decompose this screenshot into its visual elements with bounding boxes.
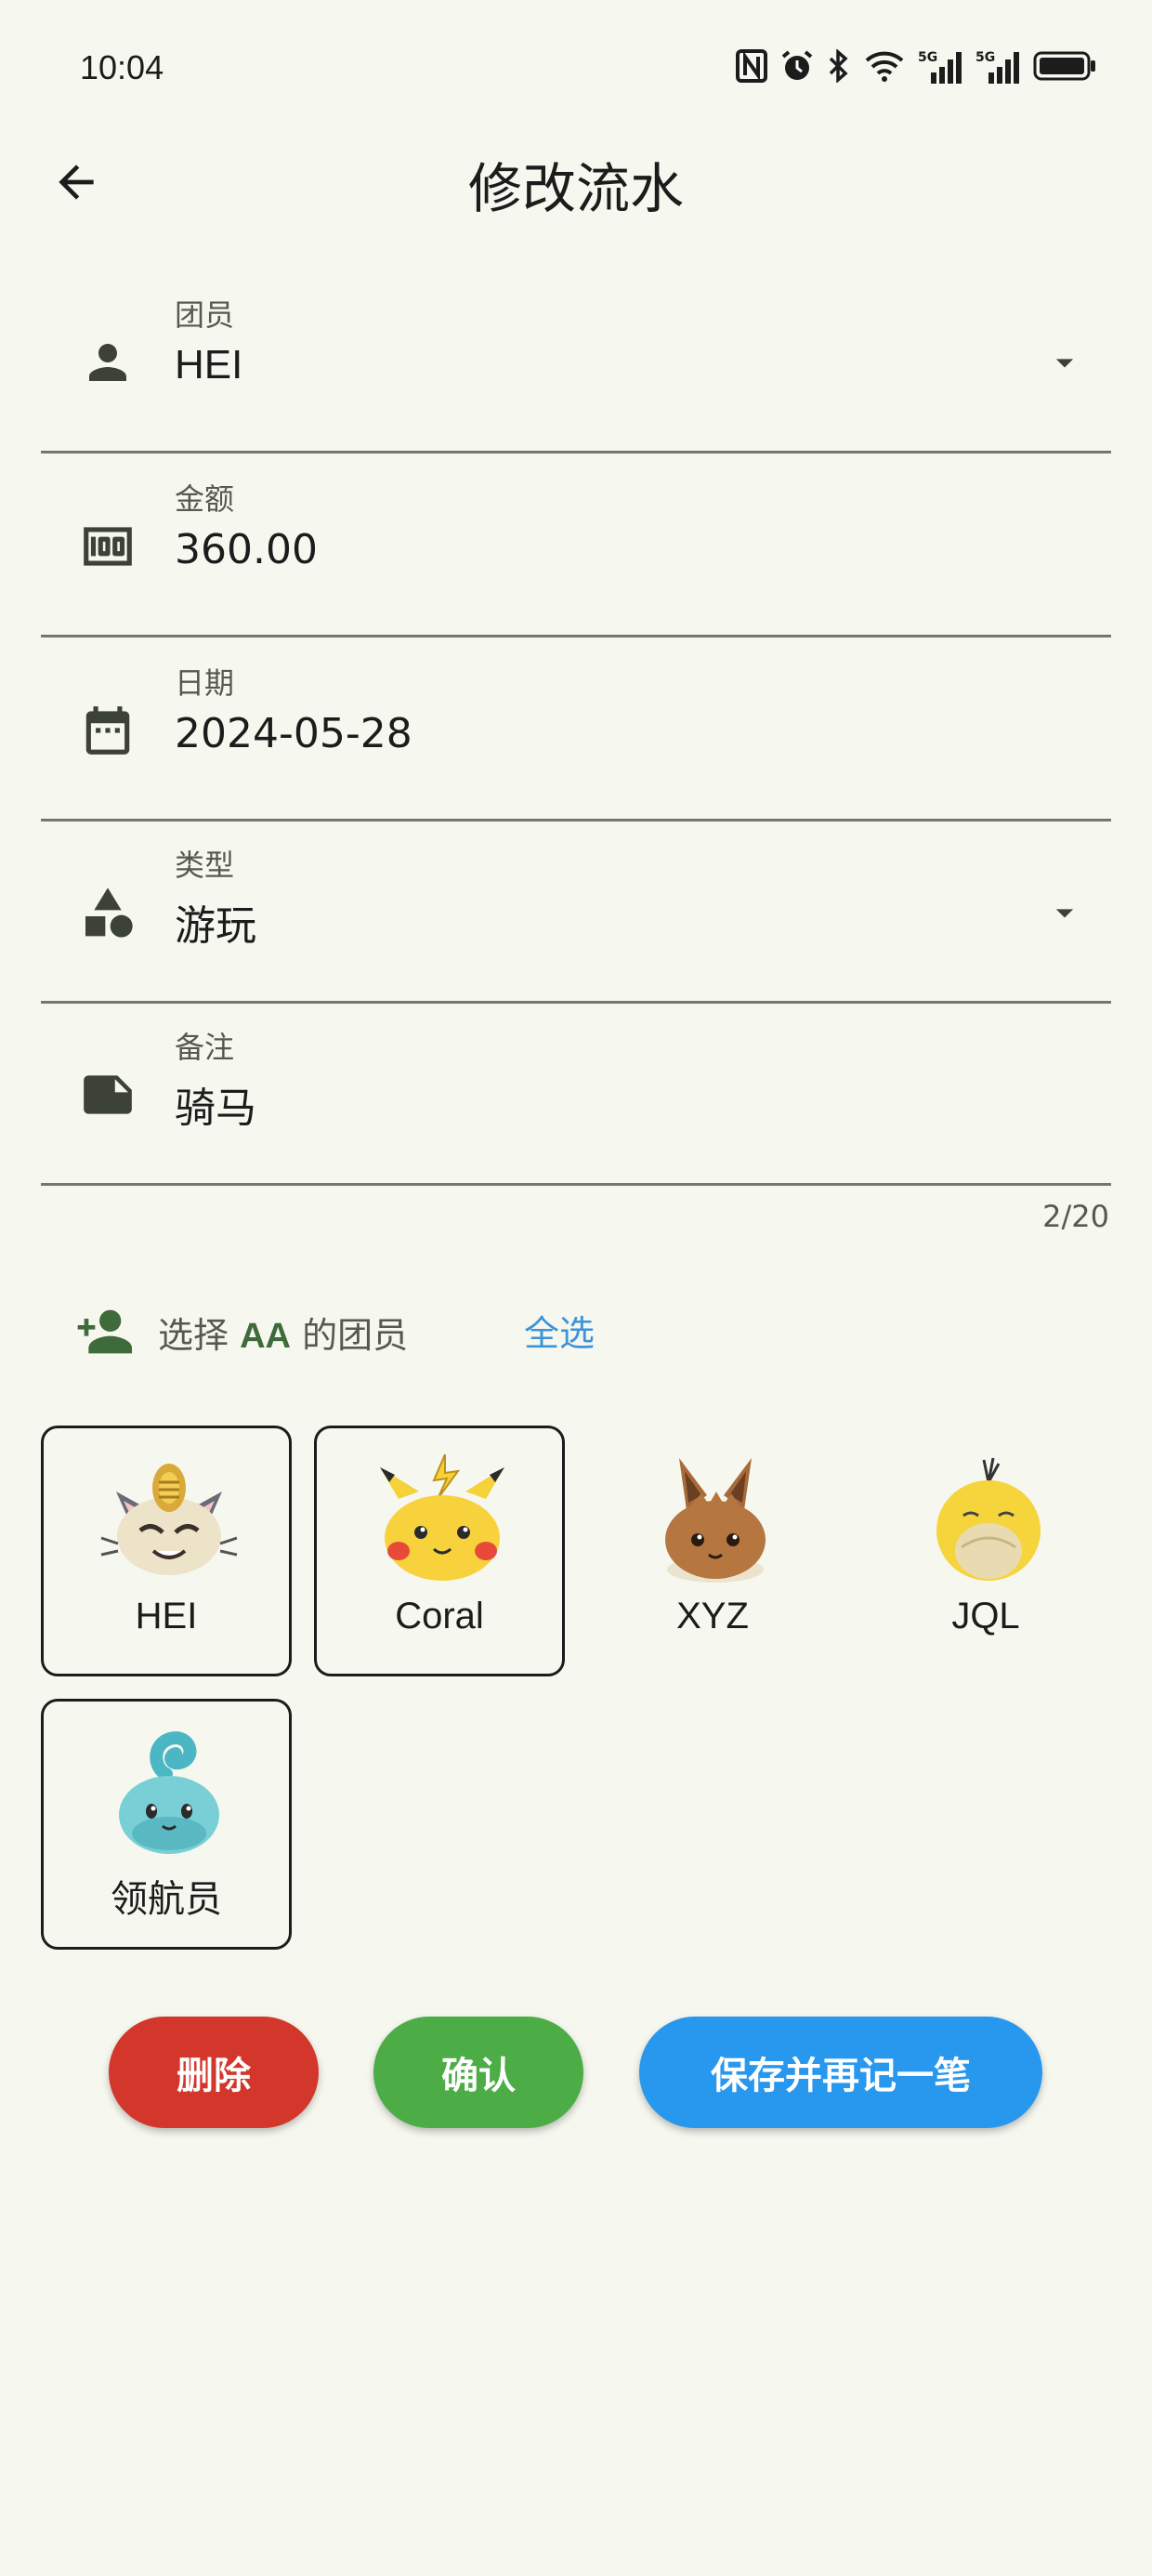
amount-field-value: 360.00 [175, 526, 318, 573]
svg-text:5G: 5G [975, 50, 995, 65]
member-name: XYZ [676, 1596, 749, 1636]
edit-transaction-screen: 10:04 5G 5G 修改流水 团员 HEI 金额 360.00 日期 202… [0, 0, 1152, 2576]
note-field-value: 骑马 [175, 1084, 256, 1132]
psyduck-avatar-icon [936, 1457, 1041, 1581]
note-icon [74, 1061, 141, 1128]
battery-icon [1033, 51, 1095, 81]
delete-button[interactable]: 删除 [109, 2017, 319, 2128]
person-add-icon [72, 1299, 139, 1364]
money-icon [74, 513, 141, 580]
aa-member-header: 选择 AA 的团员 [72, 1299, 408, 1364]
dropdown-arrow-icon[interactable] [1037, 885, 1093, 940]
confirm-button[interactable]: 确认 [373, 2017, 583, 2128]
date-field[interactable]: 日期 2024-05-28 [41, 637, 1111, 821]
aa-member-label: 选择 AA 的团员 [158, 1314, 409, 1356]
status-icons: 5G 5G [736, 48, 1096, 84]
status-bar: 10:04 5G 5G [0, 0, 1152, 139]
page-title: 修改流水 [467, 157, 684, 220]
select-all-link[interactable]: 全选 [524, 1305, 595, 1356]
svg-text:5G: 5G [918, 50, 937, 65]
member-field-label: 团员 [175, 297, 235, 333]
alarm-icon [781, 50, 813, 80]
member-name: 领航员 [111, 1879, 222, 1920]
bluetooth-icon [829, 49, 848, 83]
note-field[interactable]: 备注 骑马 [41, 1002, 1111, 1186]
wifi-icon [865, 51, 904, 82]
date-field-value: 2024-05-28 [175, 710, 412, 757]
type-field[interactable]: 类型 游玩 [41, 820, 1111, 1004]
app-bar: 修改流水 [0, 139, 1152, 223]
amount-field[interactable]: 金额 360.00 [41, 453, 1111, 637]
aa-highlight: AA [240, 1316, 291, 1356]
person-icon [74, 329, 141, 396]
member-name: HEI [135, 1596, 198, 1636]
note-field-label: 备注 [175, 1030, 235, 1065]
member-card-hei[interactable]: HEI [41, 1426, 292, 1676]
member-card-xyz[interactable]: XYZ [587, 1426, 838, 1676]
amount-field-label: 金额 [175, 481, 235, 517]
date-field-label: 日期 [175, 665, 235, 701]
signal-5g-icon: 5G [975, 50, 1019, 84]
note-char-counter: 2/20 [1042, 1199, 1109, 1234]
meowth-avatar-icon [100, 1464, 238, 1575]
type-field-label: 类型 [175, 848, 235, 883]
nfc-icon [736, 49, 767, 83]
member-field[interactable]: 团员 HEI [41, 269, 1111, 453]
member-field-value: HEI [175, 342, 243, 388]
member-card-navigator[interactable]: 领航员 [41, 1699, 292, 1950]
signal-5g-icon: 5G [918, 50, 962, 84]
member-card-jql[interactable]: JQL [860, 1426, 1111, 1676]
eevee-avatar-icon [665, 1458, 766, 1583]
member-name: JQL [951, 1596, 1020, 1636]
category-icon [74, 879, 141, 946]
member-name: Coral [395, 1596, 484, 1636]
type-field-value: 游玩 [175, 902, 256, 950]
pikachu-avatar-icon [380, 1454, 504, 1581]
calendar-icon [74, 697, 141, 764]
squirtle-avatar-icon [119, 1731, 219, 1854]
save-and-new-button[interactable]: 保存并再记一笔 [639, 2017, 1042, 2128]
dropdown-arrow-icon[interactable] [1037, 335, 1093, 390]
status-time: 10:04 [80, 48, 164, 86]
member-card-coral[interactable]: Coral [314, 1426, 565, 1676]
